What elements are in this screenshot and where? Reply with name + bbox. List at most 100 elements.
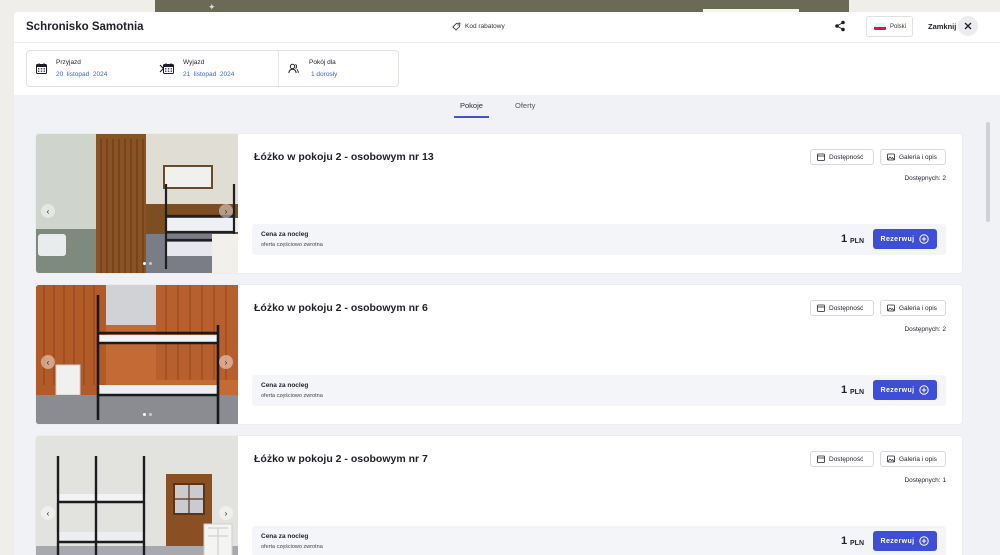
photo-next-button[interactable]: › bbox=[219, 204, 233, 218]
booking-search-bar: Przyjazd 20 listopad 2024 Wyjazd 21 list… bbox=[26, 50, 399, 87]
room-title[interactable]: Łóżko w pokoju 2 - osobowym nr 7 bbox=[254, 453, 428, 465]
price-currency: PLN bbox=[850, 238, 864, 245]
calendar-icon bbox=[817, 455, 825, 463]
room-list: ‹ › Łóżko w pokoju 2 - osobowym nr 13 Do… bbox=[14, 120, 1000, 555]
user-icon bbox=[288, 63, 299, 74]
availability-button[interactable]: Dostępność bbox=[810, 300, 874, 316]
availability-button[interactable]: Dostępność bbox=[810, 149, 874, 165]
active-tab-indicator bbox=[454, 116, 489, 118]
refund-note: oferta częściowo zwrotna bbox=[261, 393, 323, 399]
modal-header: Schronisko Samotnia Kod rabatowy Polski … bbox=[14, 12, 1000, 43]
availability-label: Dostępność bbox=[829, 153, 864, 161]
calendar-icon bbox=[163, 63, 174, 74]
photo-pagination bbox=[143, 413, 152, 416]
photo-next-button[interactable]: › bbox=[219, 355, 233, 369]
room-photo: ‹ › bbox=[36, 285, 238, 424]
plus-circle-icon bbox=[919, 234, 930, 244]
refund-note: oferta częściowo zwrotna bbox=[261, 544, 323, 550]
share-icon[interactable] bbox=[834, 20, 846, 32]
room-card: ‹ › Łóżko w pokoju 2 - osobowym nr 13 Do… bbox=[36, 134, 962, 273]
photo-prev-button[interactable]: ‹ bbox=[41, 506, 55, 520]
plus-circle-icon bbox=[919, 536, 930, 546]
page-title: Schronisko Samotnia bbox=[26, 21, 144, 33]
availability-count: Dostępnych: 2 bbox=[904, 175, 946, 182]
gallery-label: Galeria i opis bbox=[899, 304, 937, 312]
booking-modal: Schronisko Samotnia Kod rabatowy Polski … bbox=[14, 12, 1000, 555]
photo-dot[interactable] bbox=[149, 413, 152, 416]
promo-code-label: Kod rabatowy bbox=[465, 23, 505, 30]
tab-rooms[interactable]: Pokoje bbox=[460, 101, 483, 110]
refund-note: oferta częściowo zwrotna bbox=[261, 242, 323, 248]
reserve-label: Rezerwuj bbox=[880, 537, 915, 545]
room-photo-image bbox=[36, 134, 238, 273]
departure-date-field[interactable]: Wyjazd 21 listopad 2024 bbox=[154, 51, 276, 86]
guests-label: Pokój dla bbox=[309, 59, 336, 66]
poland-flag-icon bbox=[874, 23, 886, 30]
image-icon bbox=[887, 304, 895, 312]
price-row: Cena za nocleg oferta częściowo zwrotna … bbox=[252, 224, 946, 255]
scrollbar-thumb[interactable] bbox=[986, 122, 990, 222]
arrival-date-field[interactable]: Przyjazd 20 listopad 2024 bbox=[27, 51, 151, 86]
close-icon bbox=[964, 22, 972, 30]
arrival-value: 20 listopad 2024 bbox=[56, 71, 108, 78]
calendar-icon bbox=[817, 304, 825, 312]
reserve-button[interactable]: Rezerwuj bbox=[873, 229, 937, 249]
room-card: ‹ › Łóżko w pokoju 2 - osobowym nr 7 Dos… bbox=[36, 436, 962, 555]
room-photo-image bbox=[36, 285, 238, 424]
gallery-label: Galeria i opis bbox=[899, 455, 937, 463]
availability-button[interactable]: Dostępność bbox=[810, 451, 874, 467]
tag-icon bbox=[452, 22, 461, 31]
room-photo: ‹ › bbox=[36, 436, 238, 555]
arrival-label: Przyjazd bbox=[56, 59, 81, 66]
calendar-icon bbox=[817, 153, 825, 161]
photo-prev-button[interactable]: ‹ bbox=[41, 355, 55, 369]
photo-prev-button[interactable]: ‹ bbox=[41, 204, 55, 218]
search-area: Przyjazd 20 listopad 2024 Wyjazd 21 list… bbox=[14, 43, 1000, 95]
gallery-button[interactable]: Galeria i opis bbox=[880, 300, 946, 316]
photo-dot[interactable] bbox=[143, 413, 146, 416]
plus-circle-icon bbox=[919, 385, 930, 395]
image-icon bbox=[887, 455, 895, 463]
photo-dot[interactable] bbox=[149, 262, 152, 265]
photo-pagination bbox=[143, 262, 152, 265]
promo-code-link[interactable]: Kod rabatowy bbox=[452, 22, 505, 31]
room-card: ‹ › Łóżko w pokoju 2 - osobowym nr 6 Dos… bbox=[36, 285, 962, 424]
departure-value: 21 listopad 2024 bbox=[183, 71, 235, 78]
price-currency: PLN bbox=[850, 389, 864, 396]
image-icon bbox=[887, 153, 895, 161]
reserve-label: Rezerwuj bbox=[880, 235, 915, 243]
availability-label: Dostępność bbox=[829, 455, 864, 463]
close-label[interactable]: Zamknij bbox=[928, 22, 956, 31]
departure-label: Wyjazd bbox=[183, 59, 205, 66]
guests-value: 1 dorosły bbox=[311, 71, 338, 78]
availability-label: Dostępność bbox=[829, 304, 864, 312]
room-photo-image bbox=[36, 436, 238, 555]
gallery-button[interactable]: Galeria i opis bbox=[880, 451, 946, 467]
availability-count: Dostępnych: 1 bbox=[904, 477, 946, 484]
room-title[interactable]: Łóżko w pokoju 2 - osobowym nr 13 bbox=[254, 151, 434, 163]
room-photo: ‹ › bbox=[36, 134, 238, 273]
gallery-label: Galeria i opis bbox=[899, 153, 937, 161]
price-row: Cena za nocleg oferta częściowo zwrotna … bbox=[252, 526, 946, 555]
price-value: 1 bbox=[841, 535, 848, 547]
language-selector[interactable]: Polski bbox=[866, 16, 913, 37]
gallery-button[interactable]: Galeria i opis bbox=[880, 149, 946, 165]
photo-next-button[interactable]: › bbox=[219, 506, 233, 520]
price-label: Cena za nocleg bbox=[261, 231, 309, 238]
reserve-button[interactable]: Rezerwuj bbox=[873, 380, 937, 400]
reserve-button[interactable]: Rezerwuj bbox=[873, 531, 937, 551]
photo-dot[interactable] bbox=[143, 262, 146, 265]
reserve-label: Rezerwuj bbox=[880, 386, 915, 394]
price-value: 1 bbox=[841, 233, 848, 245]
price-row: Cena za nocleg oferta częściowo zwrotna … bbox=[252, 375, 946, 406]
availability-count: Dostępnych: 2 bbox=[904, 326, 946, 333]
close-button[interactable] bbox=[958, 16, 978, 36]
tab-offers[interactable]: Oferty bbox=[515, 101, 535, 110]
guests-field[interactable]: Pokój dla 1 dorosły bbox=[278, 51, 400, 86]
language-label: Polski bbox=[890, 23, 907, 30]
room-title[interactable]: Łóżko w pokoju 2 - osobowym nr 6 bbox=[254, 302, 428, 314]
calendar-icon bbox=[36, 63, 47, 74]
price-label: Cena za nocleg bbox=[261, 533, 309, 540]
tab-bar: Pokoje Oferty bbox=[14, 95, 1000, 120]
price-currency: PLN bbox=[850, 540, 864, 547]
